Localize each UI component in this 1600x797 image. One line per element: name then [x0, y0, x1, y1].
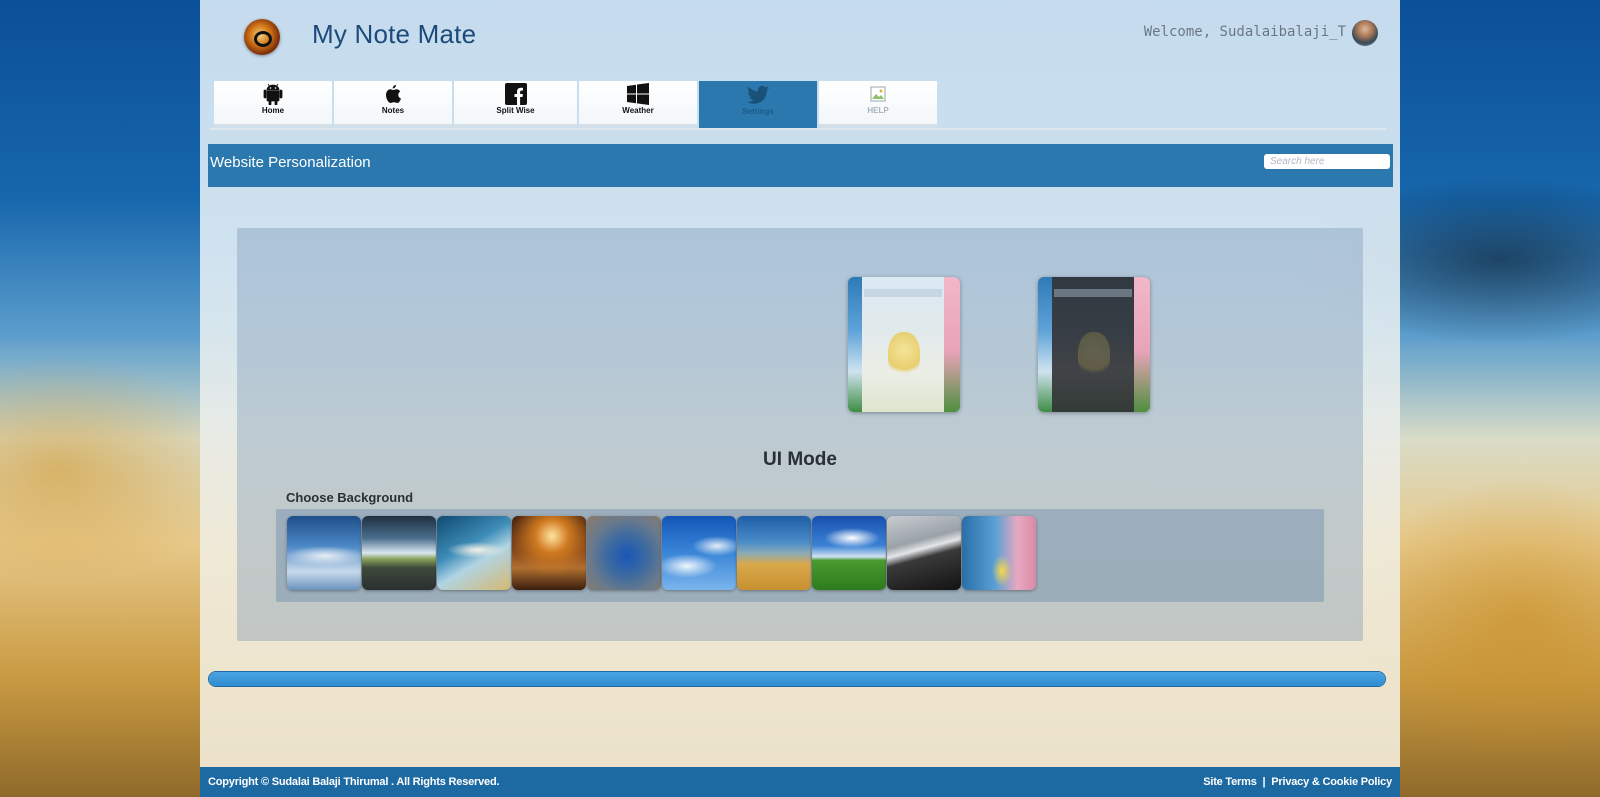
copyright-text: Copyright © Sudalai Balaji Thirumal . Al…: [208, 776, 500, 788]
app-title[interactable]: My Note Mate: [312, 19, 476, 50]
bg-option-blue-sky-clouds[interactable]: [662, 516, 736, 590]
apple-icon: [382, 83, 404, 105]
light-mode-preview[interactable]: [848, 277, 960, 412]
bg-option-blurred-field[interactable]: [737, 516, 811, 590]
footer: Copyright © Sudalai Balaji Thirumal . Al…: [200, 767, 1400, 797]
tab-home[interactable]: Home: [214, 81, 332, 127]
tab-settings[interactable]: Settings: [699, 81, 817, 128]
tab-label: HELP: [867, 106, 889, 115]
bg-option-airplane-clouds[interactable]: [287, 516, 361, 590]
tab-label: Settings: [742, 107, 774, 116]
bg-option-green-meadow-sky[interactable]: [812, 516, 886, 590]
avatar[interactable]: [1352, 20, 1378, 46]
site-terms-link[interactable]: Site Terms: [1203, 776, 1257, 788]
privacy-policy-link[interactable]: Privacy & Cookie Policy: [1271, 776, 1392, 788]
bg-option-airplane-sky[interactable]: [437, 516, 511, 590]
bg-option-airplane-runway[interactable]: [362, 516, 436, 590]
tab-notes[interactable]: Notes: [334, 81, 452, 127]
bg-option-blurred-blue[interactable]: [587, 516, 661, 590]
tab-help[interactable]: HELP: [819, 81, 937, 127]
tab-divider: [210, 128, 1386, 130]
facebook-icon: [504, 83, 527, 105]
tab-weather[interactable]: Weather: [579, 81, 697, 127]
app-logo-icon[interactable]: [244, 19, 280, 55]
search-input[interactable]: [1264, 154, 1390, 169]
tab-label: Home: [261, 106, 285, 115]
footer-links: Site Terms | Privacy & Cookie Policy: [1203, 776, 1392, 788]
bg-option-pikachu-blossom[interactable]: [962, 516, 1036, 590]
dark-mode-preview[interactable]: [1038, 277, 1150, 412]
welcome-text: Welcome, Sudalaibalaji_T: [1143, 24, 1346, 40]
section-title: Website Personalization: [210, 154, 371, 171]
tab-label: Weather: [622, 106, 654, 115]
choose-background-label: Choose Background: [286, 490, 414, 505]
section-header: Website Personalization: [208, 144, 1393, 187]
progress-fill: [209, 672, 1385, 686]
tab-split-wise[interactable]: Split Wise: [454, 81, 577, 127]
page-shell: My Note Mate Welcome, Sudalaibalaji_T Ho…: [200, 0, 1400, 797]
windows-icon: [627, 83, 649, 105]
android-icon: [262, 83, 284, 105]
tab-label: Notes: [381, 106, 405, 115]
ui-mode-label: UI Mode: [763, 449, 837, 470]
broken-image-icon: [867, 83, 889, 105]
progress-bar: [208, 671, 1386, 687]
footer-separator: |: [1262, 776, 1266, 788]
bg-option-black-sand-beach[interactable]: [887, 516, 961, 590]
background-chooser: [276, 509, 1324, 602]
personalization-panel: UI Mode Choose Background: [237, 228, 1363, 641]
bg-option-wheat-field-sunset[interactable]: [512, 516, 586, 590]
twitter-icon: [747, 84, 769, 106]
tab-label: Split Wise: [496, 106, 535, 115]
main-nav-tabs: Home Notes Split Wise Weather Settings H…: [214, 81, 939, 129]
